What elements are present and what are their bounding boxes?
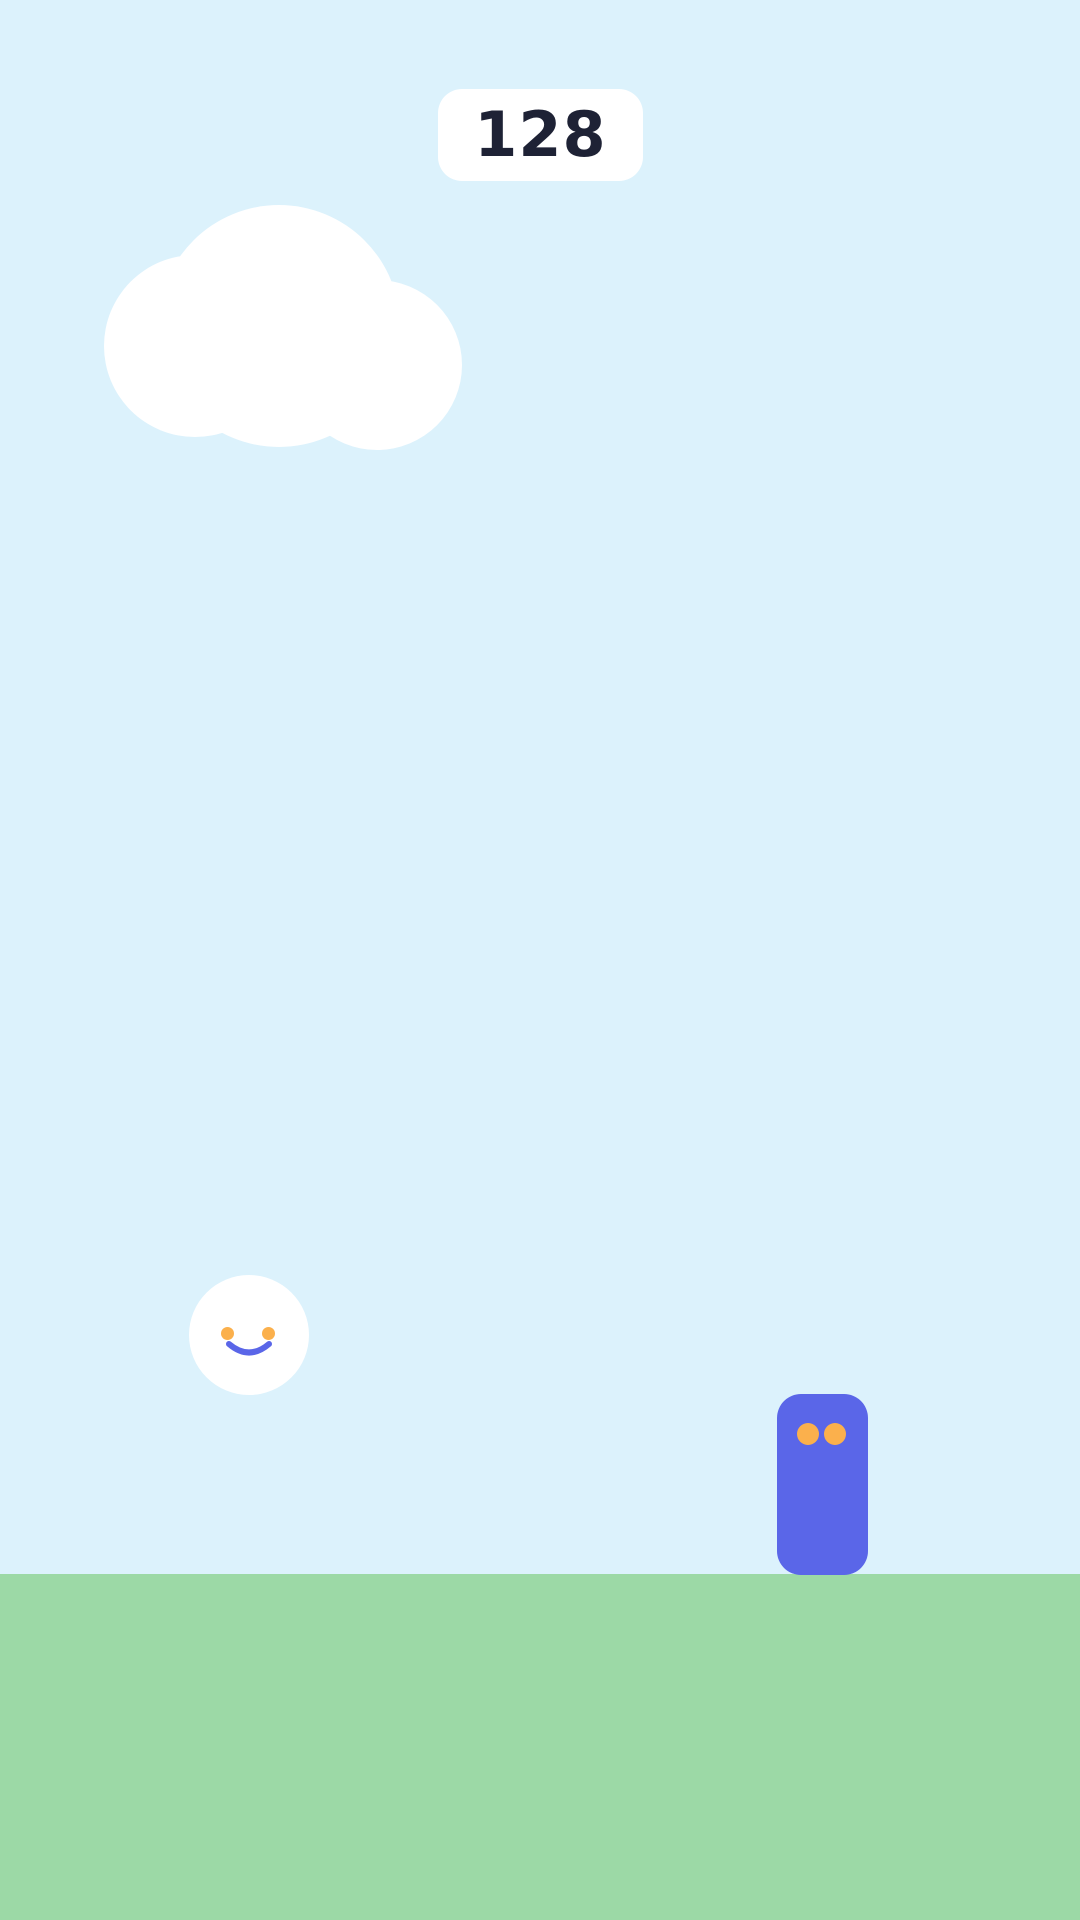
player-smile-icon [226,1341,272,1356]
obstacle-left-eye [797,1423,819,1445]
cloud-puff-right [292,280,462,450]
score-display: 128 [438,89,643,181]
player-character[interactable] [189,1275,309,1395]
player-left-eye [221,1327,234,1340]
obstacle-block [777,1394,868,1575]
player-right-eye [262,1327,275,1340]
score-value: 128 [474,98,607,171]
cloud [100,200,462,460]
ground [0,1574,1080,1920]
obstacle-right-eye [824,1423,846,1445]
